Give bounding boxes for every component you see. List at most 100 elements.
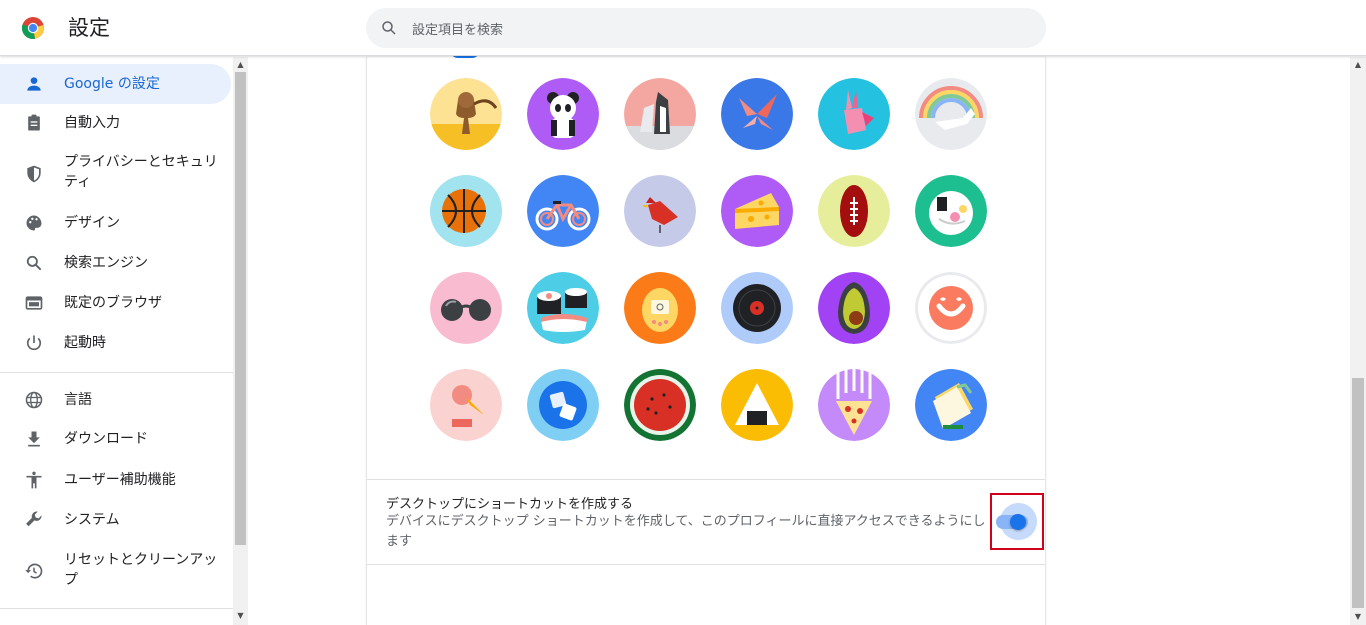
sidebar-item-label: ユーザー補助機能 <box>64 472 176 488</box>
vinyl-record-icon <box>721 272 793 344</box>
sidebar-item-system[interactable]: システム <box>0 500 231 540</box>
pizza-icon <box>818 369 890 441</box>
avatar-tamagotchi[interactable] <box>624 272 696 344</box>
top-bar: 設定 設定項目を検索 <box>0 0 1366 56</box>
sidebar-item-label: リセットとクリーンアップ <box>64 552 218 588</box>
avatar-unicorn[interactable] <box>915 78 987 150</box>
butterfly-icon <box>721 78 793 150</box>
search-input[interactable]: 設定項目を検索 <box>366 8 1046 48</box>
avatar-sandwich[interactable] <box>915 369 987 441</box>
sidebar-item-autofill[interactable]: 自動入力 <box>0 103 231 143</box>
sidebar-item-label: デザイン <box>64 215 120 231</box>
monkey-icon <box>430 78 502 150</box>
avatar-panda[interactable] <box>527 78 599 150</box>
sidebar-item-label: 自動入力 <box>64 115 120 131</box>
avatar-cheese[interactable] <box>721 175 793 247</box>
ice-cubes-icon <box>527 369 599 441</box>
page-scrollbar-thumb[interactable] <box>1352 378 1364 608</box>
avatar-sunglasses[interactable] <box>430 272 502 344</box>
sidebar-item-privacy[interactable]: プライバシーとセキュリティ <box>0 147 231 197</box>
sidebar-item-label: 言語 <box>64 392 92 408</box>
basketball-icon <box>430 175 502 247</box>
avatar-football[interactable] <box>818 175 890 247</box>
sidebar-item-label: ダウンロード <box>64 431 148 447</box>
search-icon <box>382 21 396 35</box>
shortcut-setting-description: デバイスにデスクトップ ショートカットを作成して、このプロフィールに直接アクセス… <box>386 514 986 549</box>
sidebar-item-label: プライバシーとセキュリティ <box>64 154 218 190</box>
avatar-monkey[interactable] <box>430 78 502 150</box>
avatar-rabbit[interactable] <box>818 78 890 150</box>
avatar-butterfly[interactable] <box>721 78 793 150</box>
globe-icon <box>25 391 43 409</box>
shield-icon <box>27 165 41 183</box>
avatar-smiley[interactable] <box>915 272 987 344</box>
search-placeholder: 設定項目を検索 <box>412 23 504 38</box>
download-icon <box>28 431 40 447</box>
page-scroll-down-icon[interactable]: ▼ <box>1353 612 1363 621</box>
ice-cream-icon <box>430 369 502 441</box>
sidebar-item-downloads[interactable]: ダウンロード <box>0 419 231 459</box>
sidebar: Google の設定 自動入力 プライバシーとセキュリティ デザイン 検索エンジ… <box>0 57 248 625</box>
avatar-penguin[interactable] <box>624 78 696 150</box>
avatar-pizza[interactable] <box>818 369 890 441</box>
avatar-bicycle[interactable] <box>527 175 599 247</box>
sidebar-scrollbar-thumb[interactable] <box>235 72 246 545</box>
chrome-logo-icon <box>21 17 44 39</box>
sidebar-item-appearance[interactable]: デザイン <box>0 203 231 243</box>
sidebar-divider <box>0 372 233 373</box>
bicycle-icon <box>527 175 599 247</box>
avatar-ice-cubes[interactable] <box>527 369 599 441</box>
sunglasses-icon <box>430 272 502 344</box>
avatar-basketball[interactable] <box>430 175 502 247</box>
unicorn-icon <box>915 78 987 150</box>
bird-icon <box>624 175 696 247</box>
sandwich-icon <box>915 369 987 441</box>
avocado-icon <box>818 272 890 344</box>
panda-icon <box>527 78 599 150</box>
person-icon <box>27 77 41 91</box>
row-divider <box>367 564 1045 565</box>
row-divider <box>367 479 1045 480</box>
sidebar-scroll-up-icon[interactable]: ▲ <box>236 60 245 69</box>
wrench-icon <box>26 511 42 527</box>
football-icon <box>818 175 890 247</box>
onigiri-icon <box>721 369 793 441</box>
avatar-onigiri[interactable] <box>721 369 793 441</box>
page-title: 設定 <box>68 16 110 40</box>
cheese-icon <box>721 175 793 247</box>
smiley-icon <box>915 272 987 344</box>
avatar-sushi[interactable] <box>527 272 599 344</box>
accessibility-icon <box>26 471 42 489</box>
sidebar-item-reset[interactable]: リセットとクリーンアップ <box>0 545 231 595</box>
sidebar-item-label: 起動時 <box>64 335 106 351</box>
shortcut-setting-title: デスクトップにショートカットを作成する <box>386 497 634 512</box>
power-icon <box>26 335 42 351</box>
palette-icon <box>26 215 42 231</box>
page-scroll-up-icon[interactable]: ▲ <box>1353 60 1363 69</box>
sidebar-item-search-engine[interactable]: 検索エンジン <box>0 243 231 283</box>
sidebar-item-languages[interactable]: 言語 <box>0 380 231 420</box>
highlight-box <box>990 493 1044 550</box>
rabbit-icon <box>818 78 890 150</box>
penguin-icon <box>624 78 696 150</box>
sidebar-item-google-settings[interactable]: Google の設定 <box>0 64 231 104</box>
avatar-bird[interactable] <box>624 175 696 247</box>
avatar-watermelon[interactable] <box>624 369 696 441</box>
avatar-ice-cream[interactable] <box>430 369 502 441</box>
avatar-avocado[interactable] <box>818 272 890 344</box>
sidebar-scroll-down-icon[interactable]: ▼ <box>236 611 245 620</box>
avatar-vinyl-record[interactable] <box>721 272 793 344</box>
watermelon-icon <box>624 369 696 441</box>
sidebar-item-label: 検索エンジン <box>64 255 148 271</box>
ramen-icon <box>915 175 987 247</box>
search-icon <box>26 255 42 271</box>
clipboard-icon <box>28 114 40 131</box>
sidebar-item-label: システム <box>64 512 120 528</box>
sidebar-item-accessibility[interactable]: ユーザー補助機能 <box>0 460 231 500</box>
sushi-icon <box>527 272 599 344</box>
restore-icon <box>25 563 43 579</box>
sidebar-item-default-browser[interactable]: 既定のブラウザ <box>0 283 231 323</box>
avatar-ramen[interactable] <box>915 175 987 247</box>
sidebar-item-on-startup[interactable]: 起動時 <box>0 323 231 363</box>
sidebar-item-label: Google の設定 <box>64 76 160 92</box>
